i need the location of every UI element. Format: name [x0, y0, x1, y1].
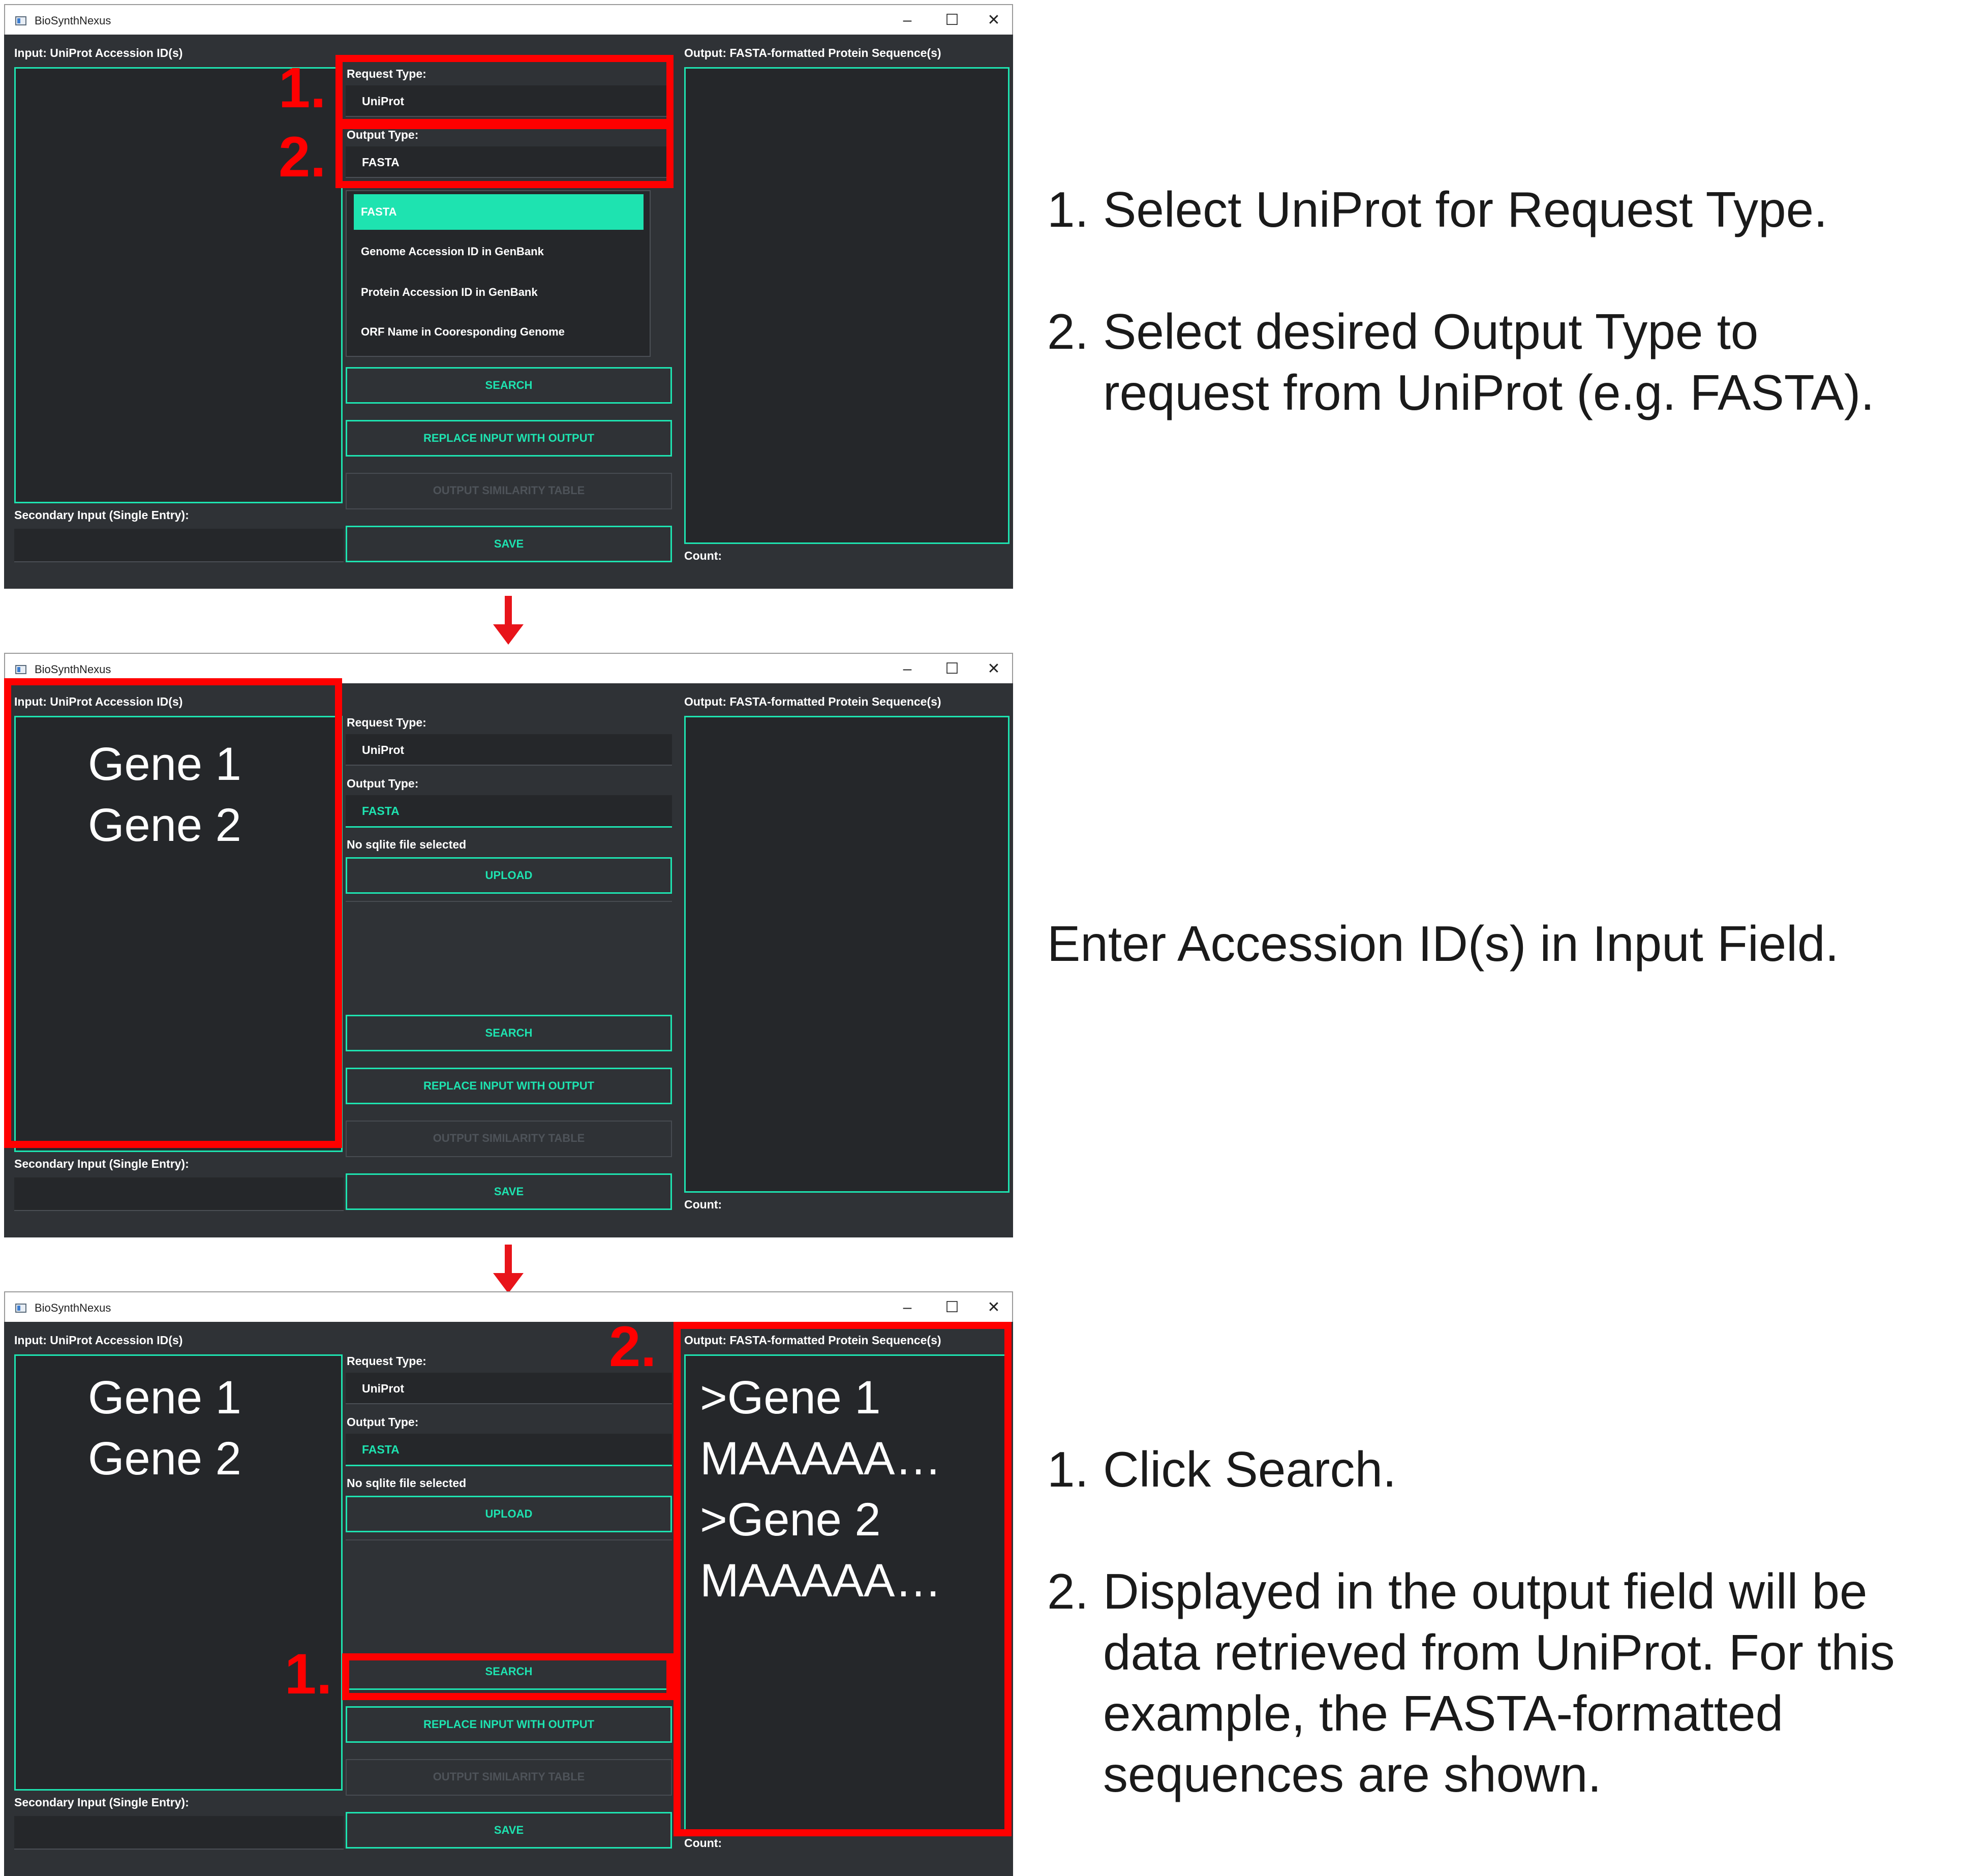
instruction-line: 1. Click Search. — [1047, 1441, 1397, 1497]
secondary-input-field[interactable] — [14, 1177, 344, 1211]
output-type-select[interactable]: FASTA — [346, 1434, 672, 1466]
save-button[interactable]: SAVE — [346, 1173, 672, 1210]
close-icon[interactable]: ✕ — [976, 8, 1012, 33]
window-title: BioSynthNexus — [35, 1302, 111, 1314]
output-type-select[interactable]: FASTA — [346, 795, 672, 828]
marker-two: 2. — [279, 125, 326, 189]
instruction-line: request from UniProt (e.g. FASTA). — [1103, 365, 1875, 420]
maximize-icon[interactable]: ☐ — [934, 8, 970, 33]
input-label: Input: UniProt Accession ID(s) — [14, 46, 183, 59]
dropdown-option-orf-name[interactable]: ORF Name in Cooresponding Genome — [354, 314, 644, 350]
window-title: BioSynthNexus — [35, 14, 111, 27]
upload-button[interactable]: UPLOAD — [346, 1496, 672, 1532]
replace-input-button[interactable]: REPLACE INPUT WITH OUTPUT — [346, 1068, 672, 1104]
count-label: Count: — [684, 1836, 722, 1850]
save-button[interactable]: SAVE — [346, 1812, 672, 1849]
instructions-step-3: 1. Click Search. 2. Displayed in the outpu… — [1047, 1439, 1895, 1805]
instruction-line: 2. Select desired Output Type to — [1047, 304, 1759, 359]
dropdown-option-fasta[interactable]: FASTA — [354, 194, 644, 230]
sqlite-status-label: No sqlite file selected — [347, 1476, 467, 1490]
secondary-input-label: Secondary Input (Single Entry): — [14, 1796, 189, 1809]
input-label: Input: UniProt Accession ID(s) — [14, 1334, 183, 1347]
output-label: Output: FASTA-formatted Protein Sequence… — [684, 46, 941, 59]
maximize-icon[interactable]: ☐ — [934, 657, 970, 681]
output-textarea[interactable] — [684, 67, 1010, 544]
down-arrow-shaft — [505, 1245, 512, 1274]
instruction-line: data retrieved from UniProt. For this — [1103, 1624, 1895, 1680]
request-type-value: UniProt — [362, 1382, 405, 1395]
secondary-input-field[interactable] — [14, 1816, 344, 1850]
highlight-output-field — [674, 1322, 1012, 1836]
highlight-output-type — [335, 122, 674, 188]
output-type-label: Output Type: — [347, 777, 419, 790]
replace-input-button[interactable]: REPLACE INPUT WITH OUTPUT — [346, 420, 672, 457]
close-icon[interactable]: ✕ — [976, 657, 1012, 681]
output-type-value: FASTA — [362, 1443, 400, 1456]
dropdown-option-genome-accession[interactable]: Genome Accession ID in GenBank — [354, 234, 644, 269]
save-button[interactable]: SAVE — [346, 526, 672, 562]
window-titlebar: BioSynthNexus – ☐ ✕ — [4, 4, 1013, 35]
count-label: Count: — [684, 1198, 722, 1211]
output-type-label: Output Type: — [347, 1415, 419, 1429]
down-arrow-icon — [493, 624, 524, 645]
marker-one: 1. — [279, 56, 326, 119]
request-type-select[interactable]: UniProt — [346, 734, 672, 766]
output-textarea[interactable] — [684, 716, 1010, 1193]
input-line: Gene 1 — [88, 1372, 241, 1424]
app-icon — [15, 665, 26, 674]
dropdown-option-protein-accession[interactable]: Protein Accession ID in GenBank — [354, 275, 644, 310]
request-type-label: Request Type: — [347, 716, 426, 729]
highlight-search-button — [342, 1653, 674, 1700]
marker-one: 1. — [285, 1642, 332, 1706]
search-button[interactable]: SEARCH — [346, 1015, 672, 1051]
instructions-step-2: Enter Accession ID(s) in Input Field. — [1047, 913, 1839, 974]
instruction-line: sequences are shown. — [1103, 1746, 1602, 1802]
highlight-request-type — [335, 55, 674, 126]
window-title: BioSynthNexus — [35, 663, 111, 676]
output-type-value: FASTA — [362, 804, 400, 818]
input-textarea[interactable]: Gene 1 Gene 2 — [14, 1354, 343, 1791]
divider — [346, 1539, 672, 1540]
similarity-table-button[interactable]: OUTPUT SIMILARITY TABLE — [346, 1121, 672, 1157]
secondary-input-label: Secondary Input (Single Entry): — [14, 1157, 189, 1170]
window-titlebar: BioSynthNexus – ☐ ✕ — [4, 1291, 1013, 1322]
sqlite-status-label: No sqlite file selected — [347, 838, 467, 851]
secondary-input-field[interactable] — [14, 529, 344, 562]
output-label: Output: FASTA-formatted Protein Sequence… — [684, 695, 941, 708]
output-type-dropdown: FASTA Genome Accession ID in GenBank Pro… — [346, 190, 651, 357]
upload-button[interactable]: UPLOAD — [346, 857, 672, 894]
close-icon[interactable]: ✕ — [976, 1295, 1012, 1320]
minimize-icon[interactable]: – — [890, 8, 925, 33]
down-arrow-icon — [493, 1273, 524, 1293]
replace-input-button[interactable]: REPLACE INPUT WITH OUTPUT — [346, 1706, 672, 1743]
highlight-input-field — [4, 678, 342, 1148]
similarity-table-button[interactable]: OUTPUT SIMILARITY TABLE — [346, 1759, 672, 1796]
minimize-icon[interactable]: – — [890, 657, 925, 681]
instructions-step-1: 1. Select UniProt for Request Type. 2. Sel… — [1047, 179, 1875, 423]
marker-two: 2. — [609, 1315, 657, 1378]
app-icon — [15, 16, 26, 25]
instruction-line: Enter Accession ID(s) in Input Field. — [1047, 916, 1839, 972]
secondary-input-label: Secondary Input (Single Entry): — [14, 508, 189, 522]
similarity-table-button[interactable]: OUTPUT SIMILARITY TABLE — [346, 473, 672, 509]
search-button[interactable]: SEARCH — [346, 367, 672, 404]
app-icon — [15, 1304, 26, 1313]
minimize-icon[interactable]: – — [890, 1295, 925, 1320]
input-line: Gene 2 — [88, 1433, 241, 1485]
maximize-icon[interactable]: ☐ — [934, 1295, 970, 1320]
divider — [346, 901, 672, 902]
count-label: Count: — [684, 549, 722, 562]
request-type-label: Request Type: — [347, 1354, 426, 1368]
instruction-line: 1. Select UniProt for Request Type. — [1047, 181, 1828, 237]
instruction-line: 2. Displayed in the output field will be — [1047, 1563, 1868, 1619]
request-type-value: UniProt — [362, 743, 405, 757]
instruction-line: example, the FASTA-formatted — [1103, 1685, 1784, 1741]
down-arrow-shaft — [505, 596, 512, 625]
